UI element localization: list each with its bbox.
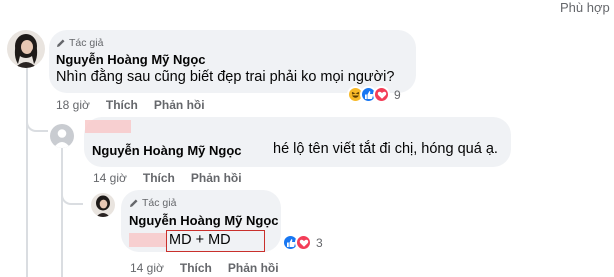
comment-text-1: Nhìn đằng sau cũng biết đẹp trai phải ko… (56, 69, 395, 85)
reactions-summary-3[interactable]: 3 (282, 234, 323, 251)
redacted-mention (129, 233, 166, 247)
comment-text-3: MD + MD (169, 232, 231, 248)
avatar-author[interactable] (7, 30, 45, 68)
top-right-link[interactable]: Phù hợp (560, 0, 610, 15)
reply-button[interactable]: Phản hồi (191, 171, 242, 185)
like-button[interactable]: Thích (106, 98, 138, 112)
comment-meta-3: 14 giờ Thích Phản hồi (130, 261, 295, 275)
comment-mention-2[interactable]: Nguyễn Hoàng Mỹ Ngọc (92, 143, 242, 158)
avatar-default[interactable] (50, 124, 74, 148)
comment-meta-1: 18 giờ Thích Phản hồi (56, 98, 221, 112)
author-badge-label: Tác giả (69, 37, 104, 49)
love-reaction-icon (373, 86, 390, 103)
reply-button[interactable]: Phản hồi (154, 98, 205, 112)
pencil-icon (130, 199, 138, 207)
pencil-icon (57, 39, 65, 47)
thread-connector-1 (26, 110, 48, 132)
comment-meta-2: 14 giờ Thích Phản hồi (93, 171, 258, 185)
reactions-summary-1[interactable]: 9 (347, 86, 401, 103)
thread-line-main (26, 40, 28, 277)
author-badge-1: Tác giả (56, 37, 103, 49)
love-reaction-icon (295, 234, 312, 251)
like-button[interactable]: Thích (143, 171, 175, 185)
comment-text-2: hé lộ tên viết tắt đi chị, hóng quá ạ. (273, 141, 498, 157)
like-button[interactable]: Thích (180, 261, 212, 275)
comment-author-1[interactable]: Nguyễn Hoàng Mỹ Ngọc (56, 52, 206, 67)
thread-line-reply (61, 148, 63, 277)
comment-time[interactable]: 14 giờ (130, 261, 164, 275)
comment-time[interactable]: 18 giờ (56, 98, 90, 112)
comment-author-3[interactable]: Nguyễn Hoàng Mỹ Ngọc (129, 213, 279, 228)
thread-connector-2 (61, 183, 83, 205)
author-badge-3: Tác giả (129, 197, 176, 209)
reaction-count: 3 (316, 235, 323, 250)
comment-time[interactable]: 14 giờ (93, 171, 127, 185)
reaction-count: 9 (394, 87, 401, 102)
author-badge-label: Tác giả (142, 197, 177, 209)
avatar-author[interactable] (91, 193, 115, 217)
redacted-author-name (85, 120, 131, 133)
reply-button[interactable]: Phản hồi (228, 261, 279, 275)
